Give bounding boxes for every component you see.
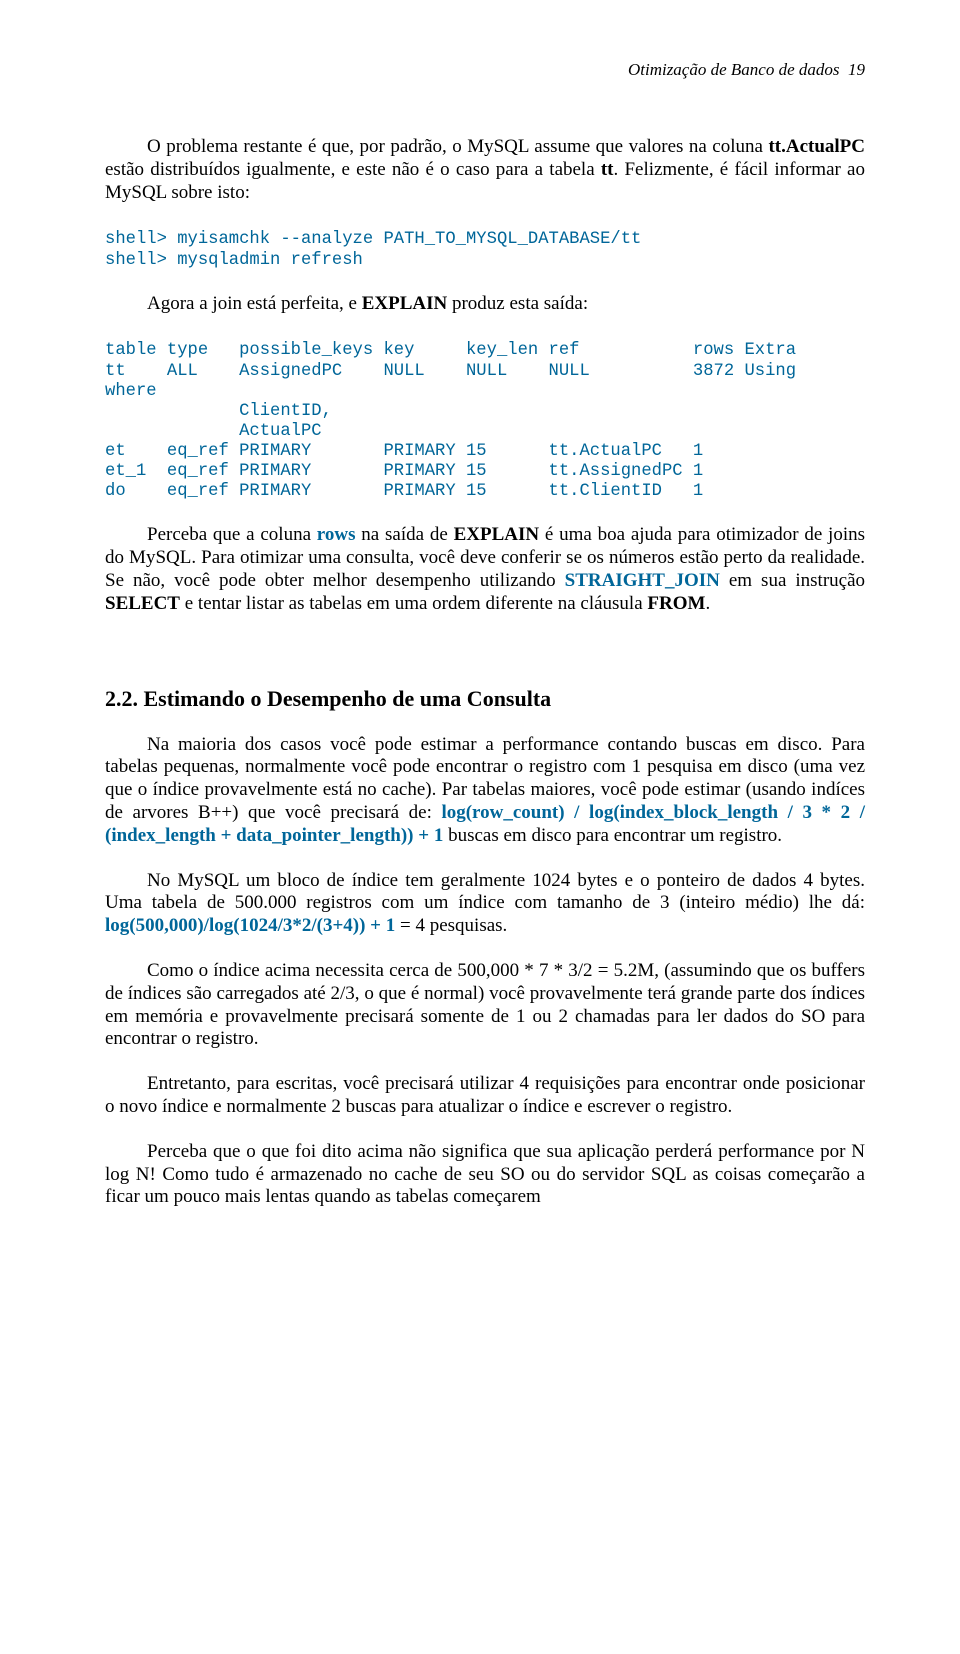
text: e tentar listar as tabelas em uma ordem … <box>180 593 647 614</box>
text: produz esta saída: <box>447 293 588 314</box>
inline-code: tt <box>601 159 614 180</box>
spacer <box>105 275 865 293</box>
text: buscas em disco para encontrar um regist… <box>443 825 782 846</box>
paragraph-1: O problema restante é que, por padrão, o… <box>105 136 865 204</box>
text: = 4 pesquisas. <box>395 915 507 936</box>
keyword: SELECT <box>105 593 180 614</box>
spacer <box>105 1123 865 1141</box>
keyword: FROM <box>647 593 705 614</box>
text: estão distribuídos igualmente, e este nã… <box>105 159 601 180</box>
code-block-2: table type possible_keys key key_len ref… <box>105 341 865 502</box>
document-page: Otimização de Banco de dados 19 O proble… <box>0 0 960 1253</box>
text: Perceba que a coluna <box>147 524 317 545</box>
paragraph-5: No MySQL um bloco de índice tem geralmen… <box>105 870 865 938</box>
inline-code: tt.ActualPC <box>768 136 865 157</box>
paragraph-3: Perceba que a coluna rows na saída de EX… <box>105 524 865 615</box>
paragraph-6: Como o índice acima necessita cerca de 5… <box>105 960 865 1051</box>
text: No MySQL um bloco de índice tem geralmen… <box>105 870 865 914</box>
page-number: 19 <box>848 60 865 79</box>
text: na saída de <box>356 524 454 545</box>
paragraph-2: Agora a join está perfeita, e EXPLAIN pr… <box>105 293 865 316</box>
spacer <box>105 1055 865 1073</box>
spacer <box>105 942 865 960</box>
spacer <box>105 208 865 226</box>
text: em sua instrução <box>720 570 865 591</box>
paragraph-8: Perceba que o que foi dito acima não sig… <box>105 1141 865 1209</box>
header-title: Otimização de Banco de dados <box>628 60 840 79</box>
spacer <box>105 506 865 524</box>
keyword: EXPLAIN <box>362 293 448 314</box>
spacer <box>105 852 865 870</box>
formula: log(500,000)/log(1024/3*2/(3+4)) + 1 <box>105 915 395 936</box>
code-block-1: shell> myisamchk --analyze PATH_TO_MYSQL… <box>105 230 865 270</box>
section-heading: 2.2. Estimando o Desempenho de uma Consu… <box>105 686 865 712</box>
paragraph-7: Entretanto, para escritas, você precisar… <box>105 1073 865 1119</box>
spacer <box>105 319 865 337</box>
text: . <box>705 593 710 614</box>
keyword: EXPLAIN <box>454 524 540 545</box>
page-header: Otimização de Banco de dados 19 <box>105 60 865 80</box>
text: Agora a join está perfeita, e <box>147 293 362 314</box>
paragraph-4: Na maioria dos casos você pode estimar a… <box>105 734 865 848</box>
text: O problema restante é que, por padrão, o… <box>147 136 768 157</box>
keyword: rows <box>317 524 356 545</box>
keyword: STRAIGHT_JOIN <box>565 570 720 591</box>
